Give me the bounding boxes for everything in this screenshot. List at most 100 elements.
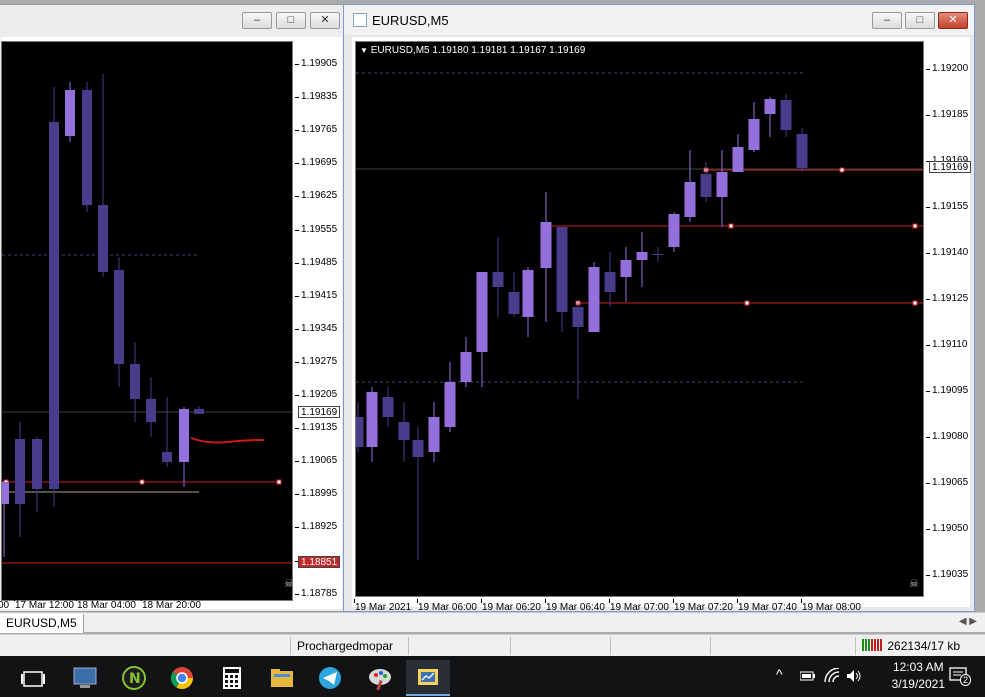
right-plot[interactable]: ☠ ▼ EURUSD,M5 1.19180 1.19181 1.19167 1.… (352, 41, 924, 597)
price-tick (926, 345, 930, 346)
computer-icon[interactable] (62, 660, 106, 696)
level-anchor (744, 300, 750, 306)
calculator-icon[interactable] (210, 660, 254, 696)
left-candles: ☠ (0, 74, 294, 590)
price-label: 1.19110 (932, 339, 968, 350)
time-label: 17 Mar 12:00 (15, 600, 74, 611)
tab-scroll-arrows[interactable]: ◀ ▶ (959, 616, 977, 627)
price-label: 1.19555 (301, 223, 338, 235)
left-chart-area: ☠ 1.19905 1.19835 1.19765 1.19695 1.19625 1.1… (0, 37, 342, 611)
price-tick (295, 229, 299, 231)
left-titlebar[interactable]: – □ ✕ (0, 5, 345, 35)
price-tick (926, 483, 930, 484)
price-label: 1.19415 (301, 289, 338, 301)
candle-body (556, 227, 568, 312)
price-label: 1.18995 (301, 488, 338, 500)
candle-body (620, 260, 632, 277)
minimize-button-left[interactable]: – (242, 12, 272, 29)
windows-taskbar: N ^ 12:03 AM 3/19/2021 2 (0, 656, 985, 697)
chart-window-icon (353, 13, 367, 27)
desktop: – □ ✕ ☠ 1.19905 1.19835 1.19765 1.19695 1.19… (0, 0, 985, 697)
tab-eurusd-m5[interactable]: EURUSD,M5 (0, 614, 84, 633)
level-anchor (912, 300, 918, 306)
metatrader-icon[interactable] (406, 660, 450, 696)
time-tick (417, 599, 418, 603)
level-price-badge: 1.18851 (298, 556, 341, 568)
chart-menu-triangle-icon[interactable]: ▼ (360, 46, 368, 55)
time-tick (76, 597, 77, 601)
minimize-button[interactable]: – (872, 12, 902, 29)
candle-body (162, 452, 172, 462)
candle-body (668, 214, 680, 247)
price-tick (295, 196, 299, 198)
candle-body (780, 100, 792, 130)
right-chart-area: ☠ ▼ EURUSD,M5 1.19180 1.19181 1.19167 1.… (352, 37, 972, 613)
price-tick (295, 395, 299, 396)
candle-body (716, 172, 728, 197)
candle-body (146, 399, 156, 422)
candle-body (508, 292, 520, 314)
status-traffic: 262134/17 kb (855, 637, 985, 655)
price-label: 1.19155 (932, 201, 969, 212)
price-tick (295, 262, 299, 264)
time-tick (545, 599, 546, 603)
price-label: 1.19205 (301, 389, 338, 400)
clock[interactable]: 12:03 AM 3/19/2021 (892, 659, 945, 693)
price-tick (926, 253, 930, 254)
paint-icon[interactable] (358, 660, 402, 696)
maximize-button[interactable]: □ (905, 12, 935, 29)
chart-window-right[interactable]: EURUSD,M5 – □ ✕ ☠ ▼ EURUSD,M5 1.19180 1.… (343, 4, 975, 613)
level-anchor (139, 479, 145, 485)
candle-body (65, 90, 75, 136)
battery-icon[interactable] (800, 670, 816, 682)
price-tick (295, 527, 299, 529)
chart-window-left[interactable]: – □ ✕ ☠ 1.19905 1.19835 1.19765 1.19695 1.19… (0, 4, 346, 612)
level-anchor (276, 479, 282, 485)
time-tick (673, 599, 674, 603)
chrome-icon[interactable] (160, 660, 204, 696)
price-tick (926, 299, 930, 300)
status-cell-empty-3 (610, 637, 710, 655)
candle-body (382, 397, 394, 417)
notifications-icon[interactable]: 2 (949, 666, 971, 686)
chevron-up-icon[interactable]: ^ (776, 666, 783, 682)
candle-body (540, 222, 552, 268)
close-button-left[interactable]: ✕ (310, 12, 340, 29)
n-app-icon[interactable]: N (112, 660, 156, 696)
status-cell-empty-2 (510, 637, 610, 655)
candle-body (700, 174, 712, 197)
candle-body (98, 205, 108, 272)
price-label: 1.19765 (301, 124, 338, 136)
current-price-badge: 1.19169 (929, 161, 972, 173)
left-plot[interactable]: ☠ (0, 41, 294, 601)
price-tick (295, 64, 299, 65)
price-label: 1.19080 (932, 431, 969, 442)
price-label: 1.19065 (301, 455, 338, 467)
wifi-icon[interactable] (824, 668, 840, 684)
maximize-button-left[interactable]: □ (276, 12, 306, 29)
file-explorer-icon[interactable] (260, 660, 304, 696)
candle-body (82, 90, 92, 205)
price-tick (295, 295, 299, 297)
price-tick (926, 69, 930, 70)
task-view-icon[interactable] (12, 660, 56, 696)
price-label: 1.19125 (932, 293, 969, 304)
notification-count: 2 (959, 674, 971, 686)
candle-body (179, 409, 189, 462)
connection-bars-icon (862, 639, 882, 651)
candle-body (15, 439, 25, 504)
telegram-icon[interactable] (308, 660, 352, 696)
speaker-icon[interactable] (846, 669, 862, 683)
price-label: 1.19835 (301, 91, 338, 103)
price-label: 1.19095 (932, 385, 969, 396)
right-titlebar[interactable]: EURUSD,M5 – □ ✕ (344, 5, 974, 35)
skull-icon: ☠ (284, 578, 292, 590)
time-tick (481, 599, 482, 603)
candle-body (352, 417, 364, 447)
candle-body (796, 134, 808, 168)
price-label: 1.19345 (301, 322, 338, 334)
close-button[interactable]: ✕ (938, 12, 968, 29)
status-profile: Prochargedmopar (290, 637, 408, 655)
price-label: 1.19695 (301, 157, 338, 169)
price-label: 1.19140 (932, 247, 969, 258)
